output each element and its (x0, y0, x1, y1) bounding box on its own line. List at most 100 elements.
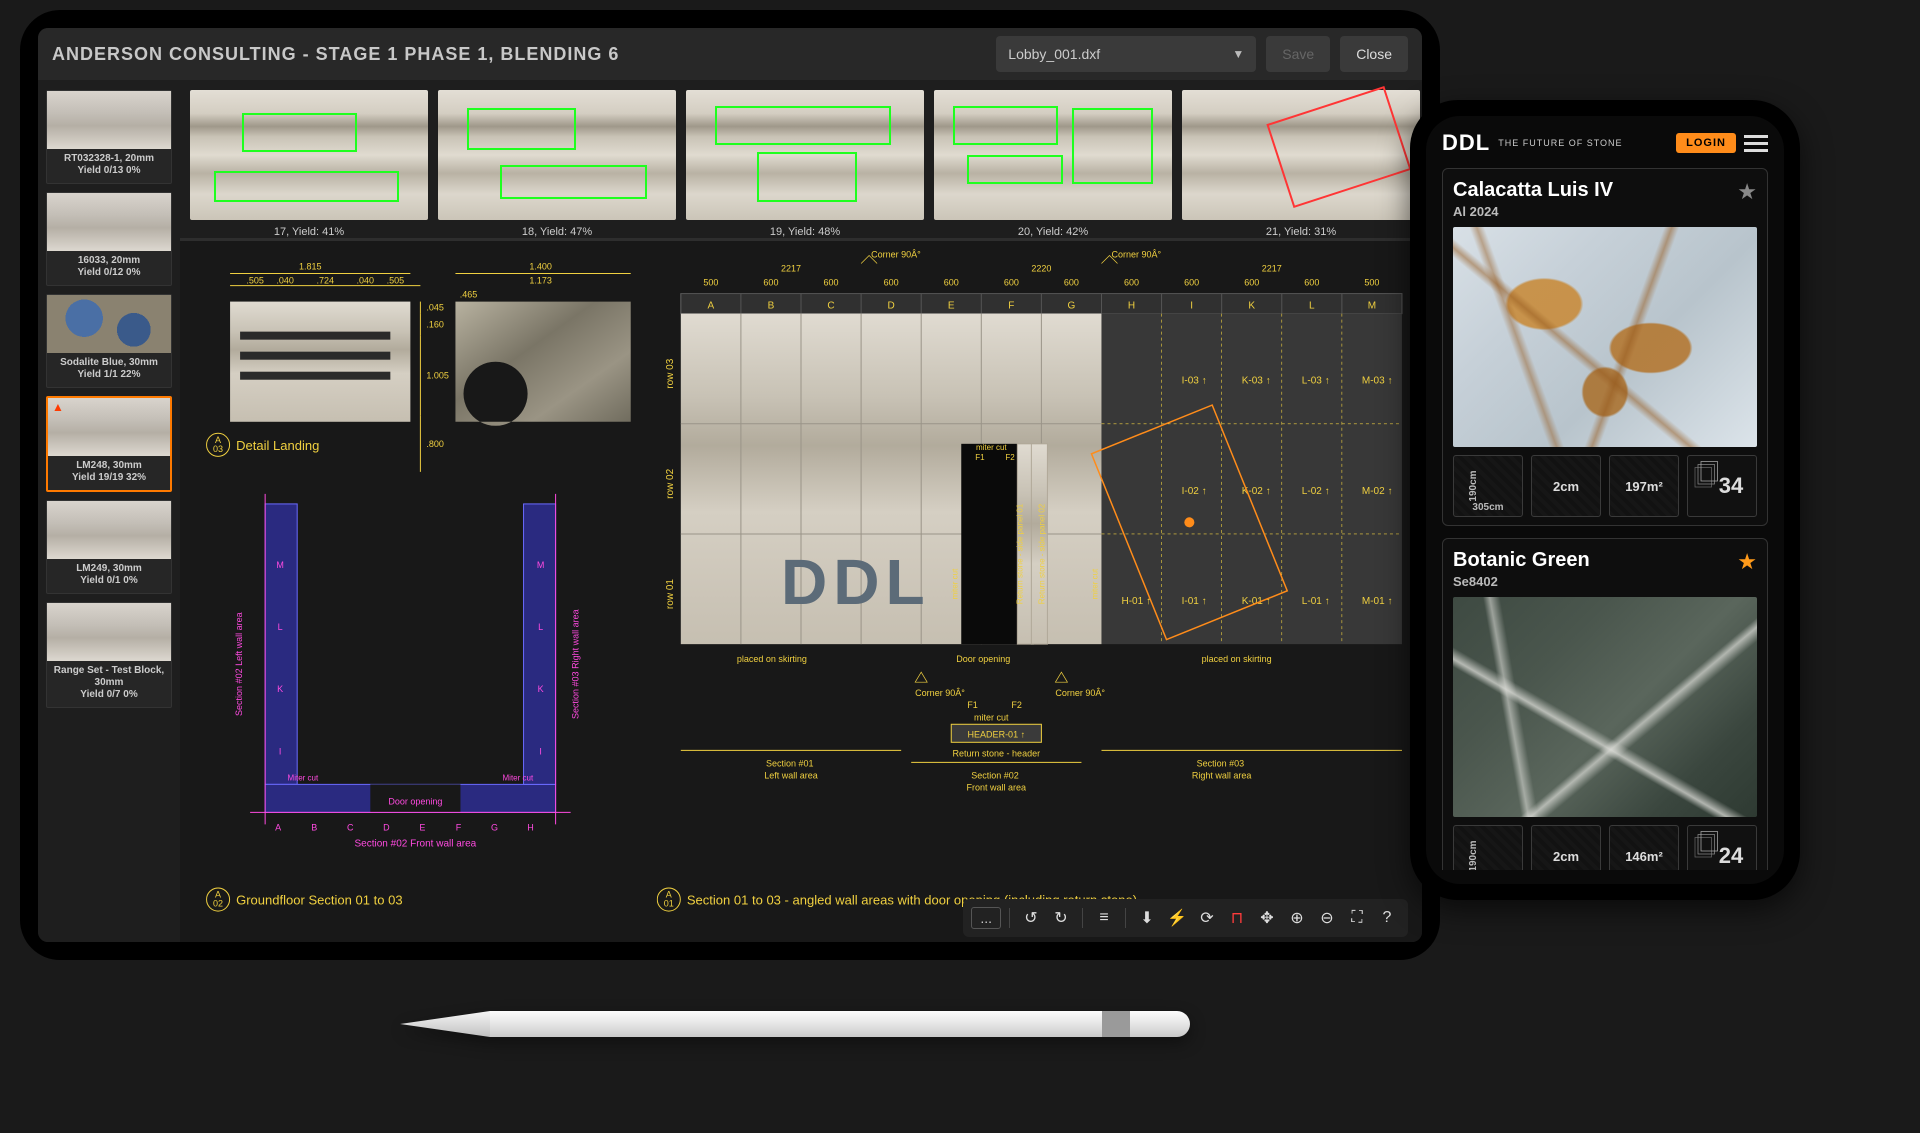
menu-icon[interactable]: ≡ (1091, 905, 1117, 931)
magnet-icon[interactable]: ⊓ (1224, 905, 1250, 931)
material-sidebar: RT032328-1, 20mmYield 0/13 0%16033, 20mm… (38, 80, 180, 942)
svg-text:Section #03 Right wall area: Section #03 Right wall area (571, 609, 581, 719)
login-button[interactable]: LOGIN (1676, 133, 1736, 153)
slab-thumb[interactable]: 21, Yield: 31% (1182, 90, 1420, 238)
svg-text:K: K (1248, 301, 1255, 312)
sidebar-material-thumb[interactable]: 16033, 20mmYield 0/12 0% (46, 192, 172, 286)
svg-text:D: D (888, 301, 895, 312)
slab-thumb[interactable]: 17, Yield: 41% (190, 90, 428, 238)
dim-label: 1.400 (529, 262, 552, 272)
svg-text:600: 600 (1004, 278, 1019, 288)
svg-text:M-02 ↑: M-02 ↑ (1362, 486, 1393, 497)
sidebar-material-thumb[interactable]: RT032328-1, 20mmYield 0/13 0% (46, 90, 172, 184)
svg-text:M: M (1368, 301, 1376, 312)
svg-text:E: E (948, 301, 955, 312)
svg-text:500: 500 (703, 278, 718, 288)
svg-text:2220: 2220 (1031, 264, 1051, 274)
svg-text:L: L (538, 622, 543, 632)
favorite-star-icon[interactable]: ★ (1737, 549, 1757, 575)
stone-code: Se8402 (1453, 574, 1590, 589)
close-button[interactable]: Close (1340, 36, 1408, 72)
card-header: Calacatta Luis IV Al 2024 ★ (1453, 179, 1757, 219)
bolt-icon[interactable]: ⚡ (1164, 905, 1190, 931)
menu-icon[interactable] (1744, 135, 1768, 152)
label: miter cut (950, 568, 959, 599)
svg-text:K: K (277, 684, 283, 694)
svg-text:M: M (276, 560, 284, 570)
file-dropdown[interactable]: Lobby_001.dxf ▼ (996, 36, 1256, 72)
save-button[interactable]: Save (1266, 36, 1330, 72)
thumb-image (48, 398, 170, 456)
reload-icon[interactable]: ⟳ (1194, 905, 1220, 931)
spec-count: 24 (1687, 825, 1757, 870)
label: Return stone - header (953, 748, 1041, 758)
label: Door opening (388, 796, 442, 806)
drawing-canvas[interactable]: 1.815 .505.040.724.040.505 .045.1601.005… (180, 238, 1422, 942)
stone-image (1453, 227, 1757, 447)
app-header: ANDERSON CONSULTING - STAGE 1 PHASE 1, B… (38, 28, 1422, 80)
svg-text:I: I (1190, 301, 1193, 312)
fullscreen-icon[interactable]: ⛶ (1344, 905, 1370, 931)
move-icon[interactable]: ✥ (1254, 905, 1280, 931)
stone-title: Botanic Green (1453, 549, 1590, 572)
cad-svg: 1.815 .505.040.724.040.505 .045.1601.005… (180, 241, 1422, 942)
download-icon[interactable]: ⬇ (1134, 905, 1160, 931)
svg-text:Section #02 Front wall area: Section #02 Front wall area (355, 838, 477, 849)
svg-text:600: 600 (1304, 278, 1319, 288)
zoom-out-icon[interactable]: ⊖ (1314, 905, 1340, 931)
svg-text:B: B (311, 822, 317, 832)
stone-title: Calacatta Luis IV (1453, 179, 1613, 202)
svg-text:.040: .040 (276, 276, 294, 286)
cut-outline (214, 171, 400, 202)
zoom-in-icon[interactable]: ⊕ (1284, 905, 1310, 931)
slab-thumb[interactable]: 18, Yield: 47% (438, 90, 676, 238)
help-icon[interactable]: ? (1374, 905, 1400, 931)
cell-label: H-01 ↑ (1122, 596, 1151, 607)
stone-card[interactable]: Calacatta Luis IV Al 2024 ★ 190cm 305cm … (1442, 168, 1768, 526)
thumb-image (47, 295, 171, 353)
svg-text:row 01: row 01 (665, 579, 676, 609)
svg-text:600: 600 (1124, 278, 1139, 288)
thumb-image (47, 501, 171, 559)
thumb-image (47, 91, 171, 149)
slab-thumb[interactable]: 20, Yield: 42% (934, 90, 1172, 238)
app-body: RT032328-1, 20mmYield 0/13 0%16033, 20mm… (38, 80, 1422, 942)
svg-text:L-02 ↑: L-02 ↑ (1302, 486, 1330, 497)
favorite-star-icon[interactable]: ★ (1737, 179, 1757, 205)
cut-outline (967, 155, 1062, 184)
cut-outline (500, 165, 648, 199)
redo-icon[interactable]: ↻ (1048, 905, 1074, 931)
label: F1 (967, 700, 978, 710)
sidebar-material-thumb[interactable]: Range Set - Test Block, 30mmYield 0/7 0% (46, 602, 172, 708)
spec-thickness: 2cm (1531, 455, 1601, 517)
svg-text:M-03 ↑: M-03 ↑ (1362, 376, 1393, 387)
label: Return stone - side panel 01 (1015, 503, 1024, 604)
svg-text:L: L (1309, 301, 1315, 312)
more-button[interactable]: ... (971, 907, 1001, 929)
sidebar-material-thumb[interactable]: LM249, 30mmYield 0/1 0% (46, 500, 172, 594)
svg-text:600: 600 (1064, 278, 1079, 288)
svg-text:Section #02 Left wall area: Section #02 Left wall area (234, 612, 244, 716)
undo-icon[interactable]: ↺ (1018, 905, 1044, 931)
svg-text:L-01 ↑: L-01 ↑ (1302, 596, 1330, 607)
spec-row: 190cm 320cm 2cm 146m² 24 (1453, 825, 1757, 870)
thumb-image (47, 603, 171, 661)
slab-thumb[interactable]: 19, Yield: 48% (686, 90, 924, 238)
spec-area: 146m² (1609, 825, 1679, 870)
svg-text:I: I (539, 746, 542, 756)
sidebar-material-thumb[interactable]: ▲LM248, 30mmYield 19/19 32% (46, 396, 172, 492)
label: Section #03 Right wall area (571, 609, 581, 719)
label: F1 (975, 453, 985, 462)
stone-card[interactable]: Botanic Green Se8402 ★ 190cm 320cm 2cm 1… (1442, 538, 1768, 870)
svg-text:K-01 ↑: K-01 ↑ (1242, 596, 1271, 607)
label: Corner 90Â° (1112, 250, 1162, 260)
svg-text:2217: 2217 (781, 264, 801, 274)
slab-image (686, 90, 924, 220)
svg-text:C: C (827, 301, 834, 312)
label: F2 (1005, 453, 1015, 462)
sidebar-material-thumb[interactable]: Sodalite Blue, 30mmYield 1/1 22% (46, 294, 172, 388)
svg-text:600: 600 (824, 278, 839, 288)
slab-caption: 21, Yield: 31% (1266, 220, 1336, 238)
canvas-toolbar: ... ↺ ↻ ≡ ⬇ ⚡ ⟳ ⊓ ✥ ⊕ ⊖ ⛶ (963, 899, 1408, 937)
slab-caption: 20, Yield: 42% (1018, 220, 1088, 238)
